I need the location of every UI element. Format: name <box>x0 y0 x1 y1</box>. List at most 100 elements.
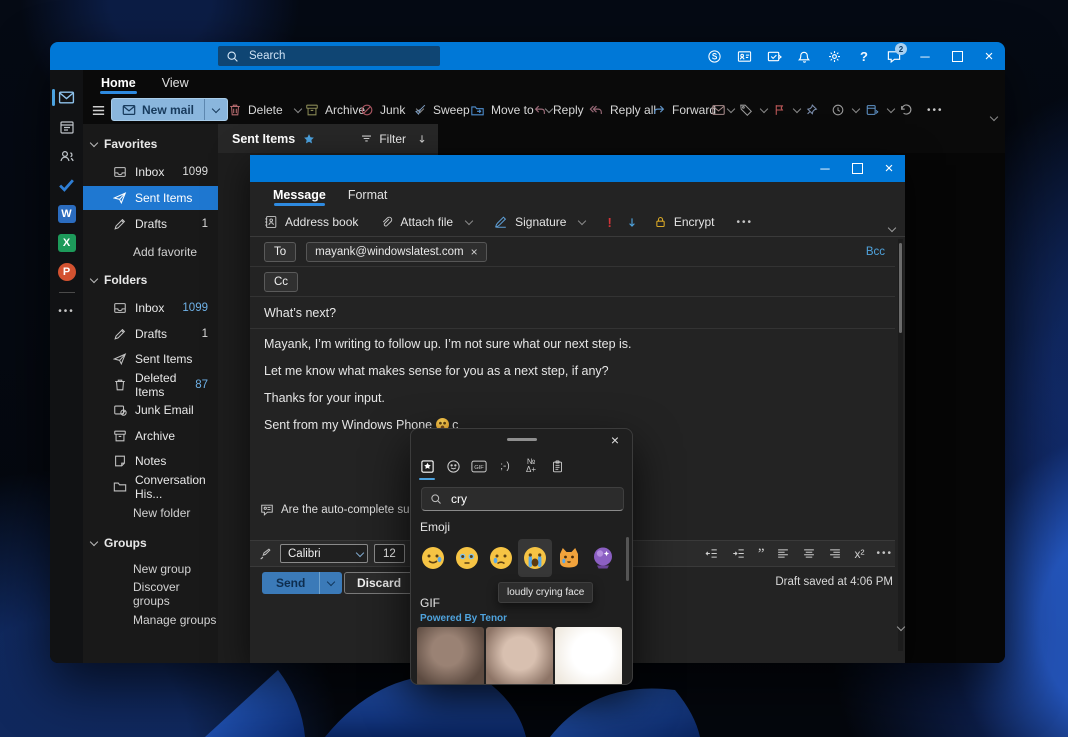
tab-recent-icon[interactable] <box>419 455 435 477</box>
format-more-icon[interactable]: ••• <box>876 548 893 559</box>
increase-indent-icon[interactable] <box>731 547 746 560</box>
rail-excel-icon[interactable]: X <box>50 228 83 257</box>
new-mail-dropdown[interactable] <box>204 99 227 120</box>
tab-view[interactable]: View <box>149 76 202 96</box>
emoji-search-box[interactable] <box>421 487 624 511</box>
sidebar-item-inbox-fav[interactable]: Inbox 1099 <box>83 160 218 184</box>
tab-kaomoji-icon[interactable]: ;-) <box>497 455 513 477</box>
rail-mail-icon[interactable] <box>50 83 83 112</box>
align-center-icon[interactable] <box>802 547 816 560</box>
rail-more-icon[interactable]: ••• <box>50 297 83 326</box>
settings-gear-icon[interactable] <box>819 42 849 70</box>
favorite-star-icon[interactable] <box>303 133 315 145</box>
rail-people-icon[interactable] <box>50 141 83 170</box>
compose-titlebar[interactable]: ─ × <box>250 155 905 182</box>
share-check-icon[interactable] <box>759 42 789 70</box>
app-titlebar[interactable]: ? 2 ─ × <box>50 42 1005 70</box>
tab-clipboard-icon[interactable] <box>549 455 565 477</box>
folders-header[interactable]: Folders <box>83 268 218 292</box>
new-group-link[interactable]: New group <box>83 557 218 581</box>
tab-message[interactable]: Message <box>262 188 337 208</box>
tab-format[interactable]: Format <box>337 188 399 208</box>
more-commands-icon[interactable]: ••• <box>927 96 944 124</box>
cc-button[interactable]: Cc <box>264 272 298 292</box>
scroll-down-icon[interactable] <box>898 625 904 631</box>
sidebar-item-junk-email[interactable]: Junk Email <box>83 398 218 422</box>
rail-word-icon[interactable]: W <box>50 199 83 228</box>
skype-icon[interactable] <box>699 42 729 70</box>
sidebar-item-sent-items[interactable]: Sent Items <box>83 347 218 371</box>
emoji-crying-cat[interactable] <box>552 539 586 577</box>
search-input[interactable] <box>247 49 411 63</box>
search-box[interactable] <box>218 46 440 66</box>
compose-close-button[interactable]: × <box>873 155 905 182</box>
maximize-button[interactable] <box>941 42 973 70</box>
signature-button[interactable]: Signature <box>494 215 585 229</box>
tab-home[interactable]: Home <box>88 76 149 96</box>
toolbar-expand-icon[interactable] <box>889 226 895 236</box>
rail-todo-icon[interactable] <box>50 170 83 199</box>
discover-groups-link[interactable]: Discover groups <box>83 582 218 606</box>
manage-groups-link[interactable]: Manage groups <box>83 608 218 632</box>
rail-powerpoint-icon[interactable]: P <box>50 257 83 286</box>
send-button[interactable]: Send <box>262 572 342 594</box>
gif-thumbnail-3[interactable] <box>555 627 622 685</box>
snooze-clock-icon[interactable] <box>831 96 859 124</box>
sweep-button[interactable]: Sweep <box>413 96 470 124</box>
format-painter-icon[interactable] <box>258 547 272 561</box>
sidebar-item-conversation-history[interactable]: Conversation His... <box>83 475 218 499</box>
minimize-button[interactable]: ─ <box>909 42 941 70</box>
low-importance-icon[interactable] <box>626 216 638 229</box>
groups-header[interactable]: Groups <box>83 531 218 555</box>
tab-emoji-icon[interactable] <box>445 455 461 477</box>
emoji-search-input[interactable] <box>449 491 603 507</box>
send-dropdown[interactable] <box>319 572 342 594</box>
superscript-icon[interactable]: x² <box>854 547 864 561</box>
encrypt-button[interactable]: Encrypt <box>654 215 715 229</box>
to-field-row[interactable]: To mayank@windowslatest.com × Bcc <box>250 237 895 267</box>
sidebar-item-archive[interactable]: Archive <box>83 424 218 448</box>
new-folder-link[interactable]: New folder <box>83 501 218 525</box>
close-button[interactable]: × <box>973 42 1005 70</box>
rail-calendar-icon[interactable] <box>50 112 83 141</box>
to-button[interactable]: To <box>264 242 296 262</box>
emoji-panel-close-icon[interactable]: × <box>606 431 624 449</box>
new-mail-button[interactable]: New mail <box>111 98 228 121</box>
tab-symbols-icon[interactable]: №Δ+ <box>523 455 539 477</box>
font-size-select[interactable]: 12 <box>374 544 405 563</box>
emoji-loudly-crying-face[interactable] <box>518 539 552 577</box>
high-importance-icon[interactable]: ! <box>607 215 611 230</box>
sidebar-item-sent-items-fav[interactable]: Sent Items <box>83 186 218 210</box>
cc-field-row[interactable]: Cc <box>250 267 895 297</box>
panel-drag-handle[interactable] <box>507 438 537 441</box>
emoji-crying-face[interactable] <box>484 539 518 577</box>
help-icon[interactable]: ? <box>849 42 879 70</box>
tab-gif-icon[interactable]: GIF <box>471 455 487 477</box>
quote-icon[interactable]: ” <box>758 549 765 559</box>
remove-recipient-icon[interactable]: × <box>471 245 478 259</box>
compose-more-icon[interactable]: ••• <box>737 217 754 228</box>
align-left-icon[interactable] <box>776 547 790 560</box>
feedback-icon[interactable]: 2 <box>879 42 909 70</box>
pin-icon[interactable] <box>805 96 818 124</box>
decrease-indent-icon[interactable] <box>704 547 719 560</box>
archive-button[interactable]: Archive <box>305 96 365 124</box>
hamburger-menu-icon[interactable] <box>91 96 106 124</box>
filter-button[interactable]: Filter <box>360 132 406 146</box>
sidebar-item-drafts[interactable]: Drafts 1 <box>83 322 218 346</box>
sidebar-item-inbox[interactable]: Inbox 1099 <box>83 296 218 320</box>
address-book-button[interactable]: Address book <box>264 215 358 229</box>
compose-scrollbar[interactable] <box>898 239 903 651</box>
sidebar-item-notes[interactable]: Notes <box>83 449 218 473</box>
read-unread-icon[interactable] <box>711 96 726 124</box>
reply-button[interactable]: Reply <box>533 96 584 124</box>
subject-field[interactable]: What’s next? <box>250 297 895 329</box>
add-favorite-link[interactable]: Add favorite <box>83 240 218 264</box>
favorites-header[interactable]: Favorites <box>83 132 218 156</box>
emoji-smiling-face-with-tear[interactable] <box>416 539 450 577</box>
bcc-link[interactable]: Bcc <box>866 246 885 258</box>
categorize-tag-icon[interactable] <box>739 96 767 124</box>
emoji-panel-scrollbar[interactable] <box>626 537 629 581</box>
discard-button[interactable]: Discard <box>344 572 414 594</box>
sort-order-icon[interactable] <box>416 133 428 145</box>
